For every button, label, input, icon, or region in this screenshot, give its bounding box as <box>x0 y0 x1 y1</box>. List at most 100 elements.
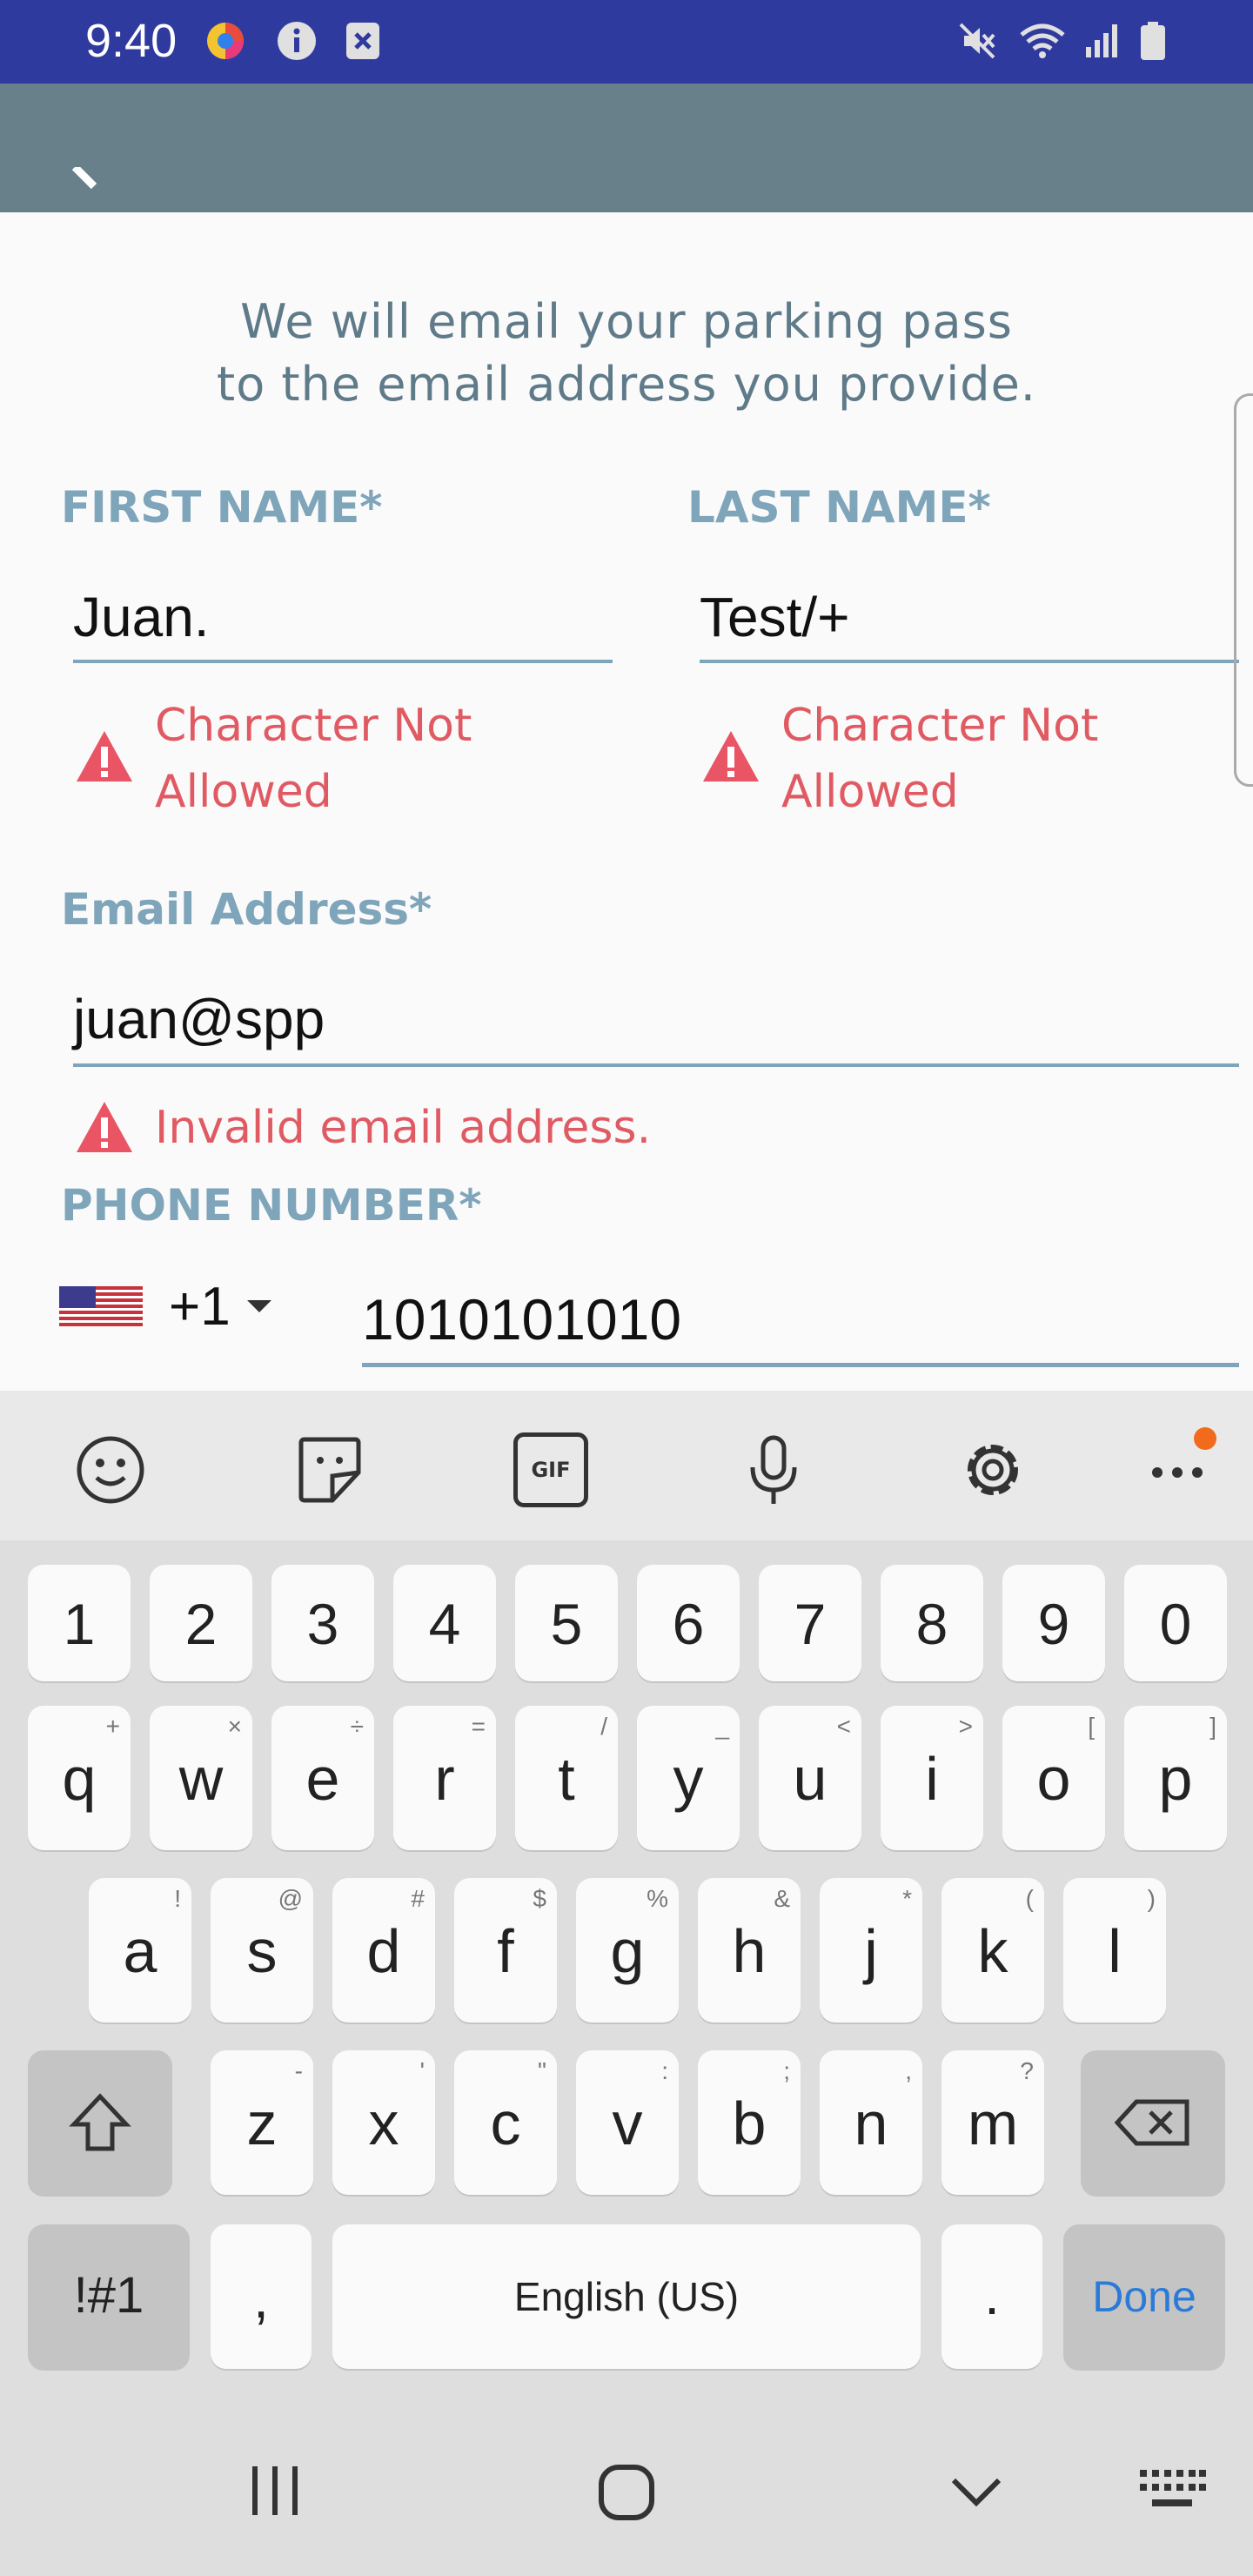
key-h-label: h <box>732 1917 767 1985</box>
key-x-hint: ' <box>419 2057 425 2084</box>
key-4[interactable]: 4 <box>393 1565 496 1681</box>
key-c-hint: " <box>538 2057 546 2084</box>
key-w[interactable]: × w <box>150 1706 252 1850</box>
key-h[interactable]: & h <box>698 1878 801 2023</box>
microphone-icon[interactable] <box>736 1432 811 1507</box>
key-z-label: z <box>246 2090 278 2157</box>
key-e[interactable]: ÷ e <box>271 1706 374 1850</box>
period-key[interactable]: . <box>941 2224 1042 2369</box>
gif-icon[interactable]: GIF <box>513 1432 588 1507</box>
key-g-hint: % <box>647 1885 668 1912</box>
symbols-key-label: !#1 <box>73 2267 144 2324</box>
email-input[interactable]: juan@spp <box>73 987 325 1051</box>
first-name-input[interactable]: Juan. <box>73 585 210 649</box>
phone-input[interactable]: 1010101010 <box>362 1286 681 1352</box>
emoji-icon[interactable] <box>73 1432 148 1507</box>
key-l[interactable]: ) l <box>1063 1878 1166 2023</box>
key-l-label: l <box>1108 1917 1122 1985</box>
key-u[interactable]: < u <box>759 1706 861 1850</box>
key-k[interactable]: (k <box>941 1878 1044 2023</box>
key-0[interactable]: 0 <box>1124 1565 1227 1681</box>
key-y-label: y <box>673 1745 704 1813</box>
key-d-hint: # <box>411 1885 425 1912</box>
key-q[interactable]: + q <box>28 1706 131 1850</box>
key-j[interactable]: * j <box>820 1878 922 2023</box>
key-9-label: 9 <box>1037 1592 1070 1656</box>
key-t-hint: / <box>600 1713 607 1740</box>
backspace-key[interactable] <box>1081 2050 1225 2195</box>
country-code-selector[interactable]: +1 <box>169 1276 231 1338</box>
scroll-handle[interactable] <box>1234 393 1253 787</box>
key-g-label: g <box>610 1917 645 1985</box>
key-c[interactable]: " c <box>454 2050 557 2195</box>
key-r[interactable]: = r <box>393 1706 496 1850</box>
back-chevron-icon[interactable] <box>950 2477 1002 2508</box>
period-key-label: . <box>984 2264 1000 2326</box>
key-4-label: 4 <box>428 1592 461 1656</box>
first-name-error-line-1: Character Not <box>155 700 472 752</box>
key-7-label: 7 <box>794 1592 827 1656</box>
sticker-icon[interactable] <box>292 1432 367 1507</box>
email-label: Email Address* <box>61 884 432 935</box>
key-d[interactable]: # d <box>332 1878 435 2023</box>
key-x[interactable]: ' x <box>332 2050 435 2195</box>
browser-app-icon <box>207 23 244 59</box>
email-underline <box>73 1063 1239 1067</box>
key-2[interactable]: 2 <box>150 1565 252 1681</box>
warning-icon <box>77 1102 132 1152</box>
comma-key[interactable]: , <box>211 2224 312 2369</box>
key-v[interactable]: :v <box>576 2050 679 2195</box>
key-b-label: b <box>732 2090 767 2157</box>
email-error: Invalid email address. <box>155 1102 652 1154</box>
key-y[interactable]: _ y <box>637 1706 740 1850</box>
key-a-label: a <box>123 1917 157 1985</box>
key-n[interactable]: ,n <box>820 2050 922 2195</box>
back-arrow-icon[interactable] <box>70 167 113 190</box>
key-9[interactable]: 9 <box>1002 1565 1105 1681</box>
last-name-input[interactable]: Test/+ <box>700 585 850 649</box>
key-3[interactable]: 3 <box>271 1565 374 1681</box>
space-key-label: English (US) <box>513 2274 740 2319</box>
key-i[interactable]: > i <box>881 1706 983 1850</box>
key-8[interactable]: 8 <box>881 1565 983 1681</box>
key-a[interactable]: ! a <box>89 1878 191 2023</box>
key-w-label: w <box>178 1745 224 1813</box>
key-y-hint: _ <box>715 1713 729 1740</box>
key-f-label: f <box>497 1917 514 1985</box>
shift-key[interactable] <box>28 2050 172 2195</box>
phone-underline <box>362 1363 1239 1367</box>
first-name-label: FIRST NAME* <box>61 482 383 533</box>
key-p[interactable]: ] p <box>1124 1706 1227 1850</box>
space-key[interactable]: English (US) <box>332 2224 921 2369</box>
key-1[interactable]: 1 <box>28 1565 131 1681</box>
key-m[interactable]: ? m <box>941 2050 1044 2195</box>
keyboard-switch-icon[interactable] <box>1138 2466 1206 2513</box>
key-i-hint: > <box>958 1713 973 1740</box>
chevron-down-icon[interactable] <box>247 1300 271 1314</box>
key-a-hint: ! <box>174 1885 181 1912</box>
key-f[interactable]: $ f <box>454 1878 557 2023</box>
last-name-error-line-1: Character Not <box>781 700 1099 752</box>
key-x-label: x <box>368 2090 399 2157</box>
key-6[interactable]: 6 <box>637 1565 740 1681</box>
key-g[interactable]: % g <box>576 1878 679 2023</box>
us-flag-icon[interactable] <box>59 1286 143 1326</box>
info-icon <box>278 22 316 60</box>
done-key[interactable]: Done <box>1063 2224 1225 2369</box>
key-t[interactable]: / t <box>515 1706 618 1850</box>
key-z[interactable]: -z <box>211 2050 313 2195</box>
recent-apps-icon[interactable] <box>249 2463 301 2519</box>
key-t-label: t <box>558 1745 575 1813</box>
key-s[interactable]: @ s <box>211 1878 313 2023</box>
key-u-label: u <box>793 1745 828 1813</box>
last-name-label: LAST NAME* <box>687 482 991 533</box>
home-icon[interactable] <box>597 2463 656 2522</box>
key-m-hint: ? <box>1020 2057 1034 2084</box>
key-b[interactable]: ; b <box>698 2050 801 2195</box>
key-5[interactable]: 5 <box>515 1565 618 1681</box>
symbols-key[interactable]: !#1 <box>28 2224 190 2369</box>
settings-icon[interactable] <box>955 1432 1030 1507</box>
key-o[interactable]: [o <box>1002 1706 1105 1850</box>
key-7[interactable]: 7 <box>759 1565 861 1681</box>
warning-icon <box>703 731 759 782</box>
